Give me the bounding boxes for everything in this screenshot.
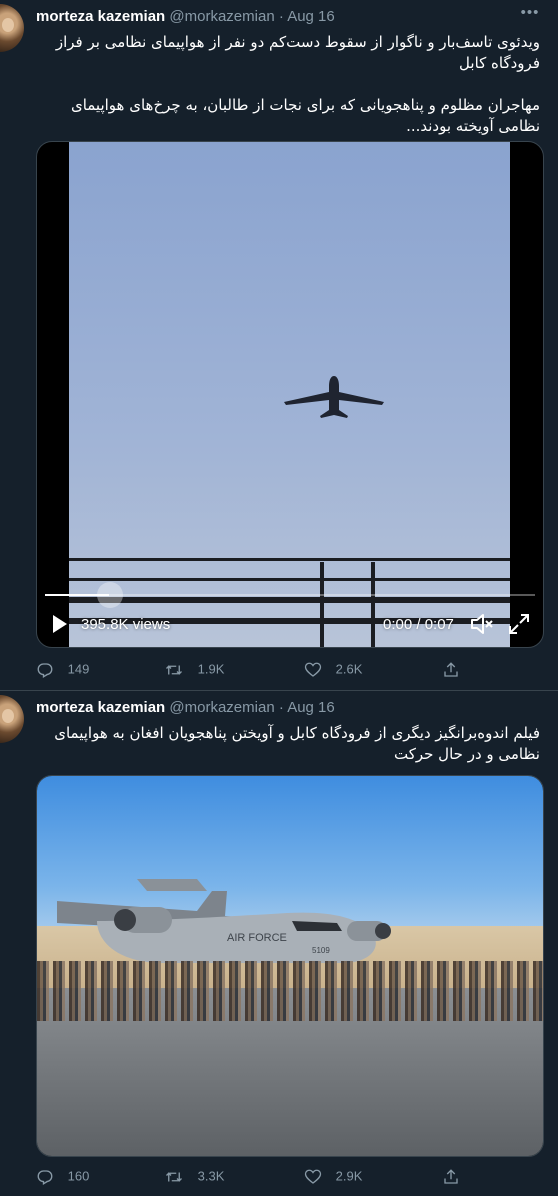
tweet-date[interactable]: Aug 16 [287,8,335,25]
share-button[interactable] [442,1166,470,1186]
reply-button[interactable]: 149 [36,659,89,679]
separator-dot: · [278,699,284,716]
tweet-text: ویدئوی تاسف‌بار و ناگوار از سقوط دست‌کم … [55,33,540,135]
railing-post [320,562,324,647]
railing-bar [69,597,510,603]
author-handle[interactable]: @morkazemian [169,8,274,25]
view-count: 395.8K views [81,616,171,633]
heart-icon [304,1169,322,1184]
author-name[interactable]: morteza kazemian [36,8,165,25]
share-button[interactable] [442,659,470,679]
author-name[interactable]: morteza kazemian [36,699,165,716]
retweet-icon [166,1171,182,1182]
video-player[interactable]: 395.8K views 0:00 / 0:07 [36,141,544,648]
tweet-image[interactable]: AIR FORCE 5109 [36,775,544,1157]
separator-dot: · [278,8,284,25]
like-count: 2.6K [335,661,363,677]
reply-icon [37,662,53,678]
author-handle[interactable]: @morkazemian [169,699,274,716]
aircraft-marking: AIR FORCE [227,932,287,944]
aircraft-tail-number: 5109 [312,946,330,955]
reply-count: 149 [67,661,90,677]
more-horizontal-icon[interactable]: ••• [520,4,540,24]
tweet[interactable]: morteza kazemian @morkazemian · Aug 16 •… [0,0,558,691]
reply-count: 160 [67,1168,90,1184]
like-button[interactable]: 2.6K [304,659,362,679]
share-icon [444,661,458,677]
avatar[interactable] [0,4,24,52]
railing-bar [69,558,510,561]
like-button[interactable]: 2.9K [304,1166,362,1186]
tweet[interactable]: morteza kazemian @morkazemian · Aug 16 ف… [0,691,558,1196]
scrub-handle[interactable] [97,582,123,608]
railing-post [371,562,375,647]
retweet-button[interactable]: 3.3K [164,1166,224,1186]
image-crowd [37,961,543,1021]
tweet-header: morteza kazemian @morkazemian · Aug 16 [36,8,335,28]
retweet-count: 3.3K [197,1168,225,1184]
tweet-text: فیلم اندوه‌برانگیز دیگری از فرودگاه کابل… [54,724,540,763]
share-icon [444,1168,458,1184]
retweet-count: 1.9K [197,661,225,677]
airplane-silhouette [284,376,384,418]
heart-icon [304,662,322,677]
volume-muted-icon[interactable] [469,612,495,636]
reply-button[interactable]: 160 [36,1166,89,1186]
retweet-icon [166,664,182,675]
retweet-button[interactable]: 1.9K [164,659,224,679]
tweet-date[interactable]: Aug 16 [287,699,335,716]
play-icon[interactable] [51,614,69,634]
railing-bar [69,578,510,581]
reply-icon [37,1169,53,1185]
avatar[interactable] [0,695,24,743]
tweet-header: morteza kazemian @morkazemian · Aug 16 [36,699,335,719]
like-count: 2.9K [335,1168,363,1184]
video-time: 0:00 / 0:07 [383,616,454,633]
fullscreen-icon[interactable] [508,613,530,635]
